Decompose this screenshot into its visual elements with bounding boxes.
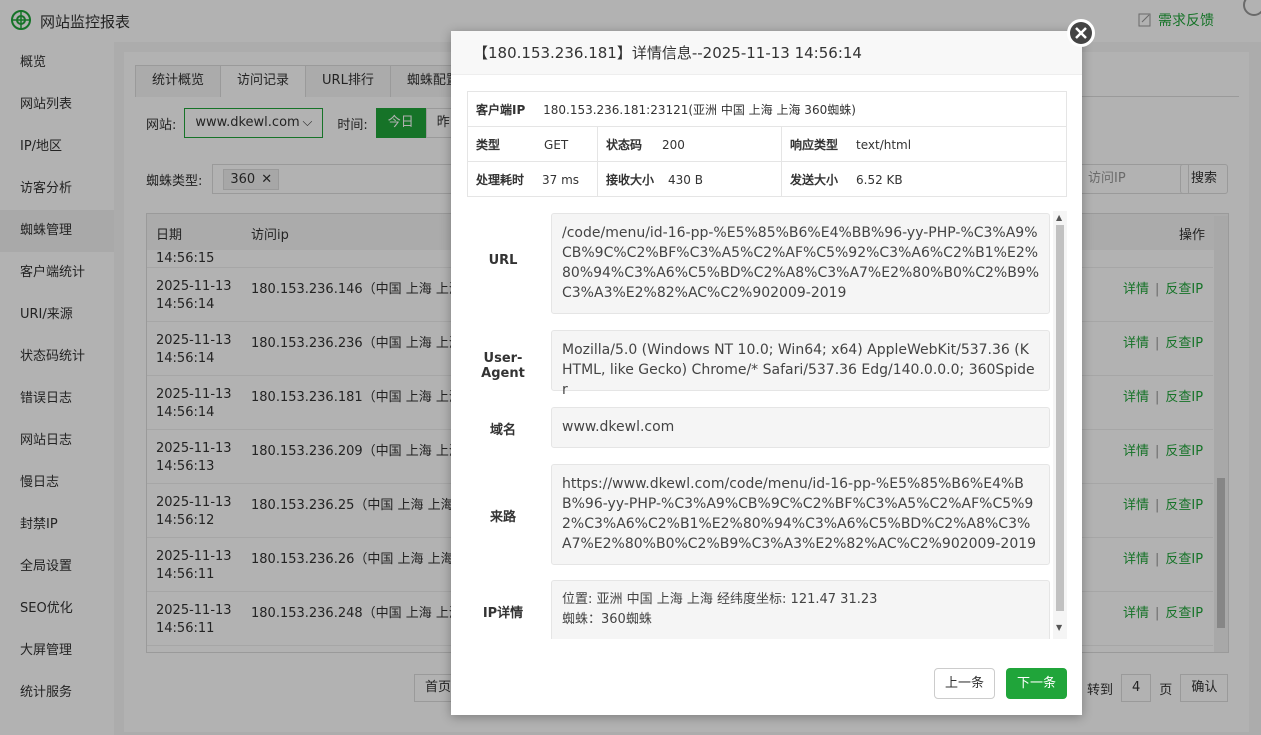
scroll-up-icon[interactable]: ▲	[1056, 213, 1062, 222]
type-label: 类型	[476, 137, 501, 152]
next-button[interactable]: 下一条	[1006, 668, 1067, 699]
send-label: 发送大小	[790, 172, 839, 187]
send-value: 6.52 KB	[856, 172, 903, 187]
url-value: /code/menu/id-16-pp-%E5%85%B6%E4%BB%96-y…	[551, 213, 1050, 314]
recv-value: 430 B	[668, 172, 703, 187]
recv-label: 接收大小	[606, 172, 655, 187]
domain-value: www.dkewl.com	[551, 407, 1050, 448]
referer-label: 来路	[489, 510, 516, 525]
time-value: 37 ms	[542, 172, 580, 187]
url-label: URL	[488, 253, 518, 268]
modal-scrollbar-thumb[interactable]	[1056, 225, 1064, 611]
referer-value: https://www.dkewl.com/code/menu/id-16-pp…	[551, 464, 1050, 565]
detail-modal: 【180.153.236.181】详情信息--2025-11-13 14:56:…	[451, 31, 1082, 715]
ipinfo-label: IP详情	[482, 606, 524, 621]
send-cell: 发送大小 6.52 KB	[781, 161, 1067, 197]
modal-scrollbar[interactable]: ▲ ▼	[1053, 211, 1067, 639]
info-table: 客户端IP 180.153.236.181:23121(亚洲 中国 上海 上海 …	[467, 91, 1067, 197]
modal-title: 【180.153.236.181】详情信息--2025-11-13 14:56:…	[451, 31, 1082, 75]
ua-label: User-Agent	[481, 351, 525, 381]
detail-area: URL /code/menu/id-16-pp-%E5%85%B6%E4%BB%…	[467, 211, 1067, 639]
ipinfo-value: 位置: 亚洲 中国 上海 上海 经纬度坐标: 121.47 31.23 蜘蛛：3…	[551, 580, 1050, 639]
time-label: 处理耗时	[476, 172, 525, 187]
modal-close-icon[interactable]	[1066, 18, 1096, 48]
client-ip-label: 客户端IP	[476, 102, 526, 117]
client-ip-cell: 客户端IP 180.153.236.181:23121(亚洲 中国 上海 上海 …	[467, 91, 1067, 127]
scroll-down-icon[interactable]: ▼	[1056, 623, 1062, 632]
ua-value: Mozilla/5.0 (Windows NT 10.0; Win64; x64…	[551, 330, 1050, 398]
status-value: 200	[662, 137, 685, 152]
domain-label: 域名	[489, 423, 516, 438]
resp-type-cell: 响应类型 text/html	[781, 126, 1067, 162]
client-ip-value: 180.153.236.181:23121(亚洲 中国 上海 上海 360蜘蛛)	[543, 102, 856, 117]
recv-cell: 接收大小 430 B	[597, 161, 782, 197]
prev-button[interactable]: 上一条	[934, 668, 995, 699]
resp-type-value: text/html	[856, 137, 912, 152]
status-cell: 状态码 200	[597, 126, 782, 162]
type-cell: 类型 GET	[467, 126, 598, 162]
ipinfo-line2: 蜘蛛：360蜘蛛	[562, 612, 652, 627]
ipinfo-line1: 位置: 亚洲 中国 上海 上海 经纬度坐标: 121.47 31.23	[562, 592, 878, 607]
status-label: 状态码	[606, 137, 643, 152]
resp-type-label: 响应类型	[790, 137, 839, 152]
time-cell: 处理耗时 37 ms	[467, 161, 598, 197]
type-value: GET	[544, 137, 569, 152]
